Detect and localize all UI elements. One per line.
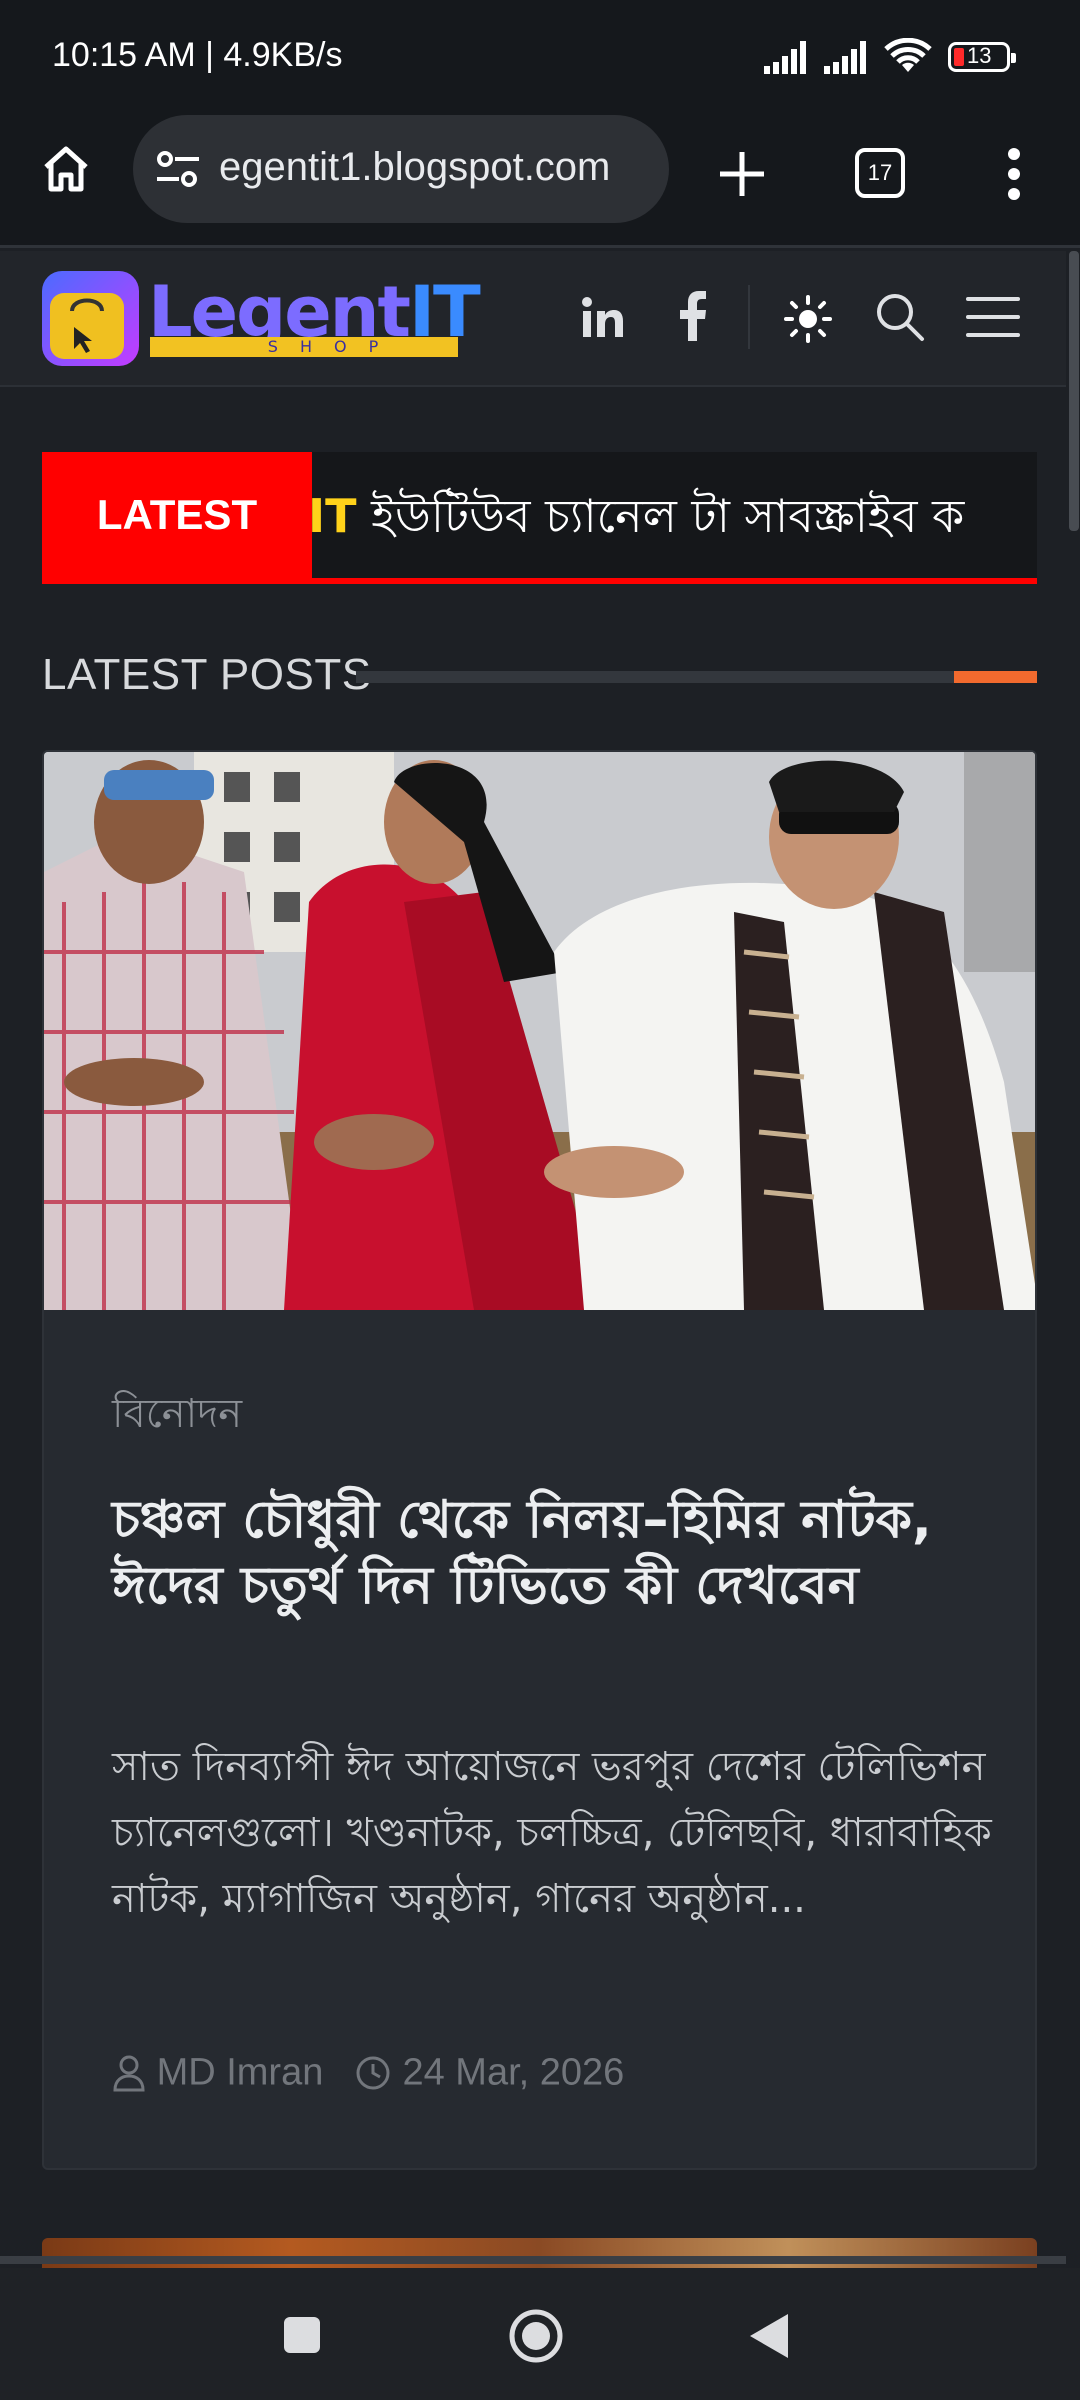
tabs-icon[interactable]: 17 <box>855 148 905 198</box>
signal-icon <box>764 41 806 74</box>
hamburger-icon[interactable] <box>966 295 1020 339</box>
news-ticker[interactable]: LATEST IT ইউটিউব চ্যানেল টা সাবস্ক্রাইব … <box>42 452 1037 584</box>
post-excerpt: সাত দিনব্যাপী ঈদ আয়োজনে ভরপুর দেশের টেল… <box>112 1744 992 1922</box>
logo-subtitle: SHOP <box>150 337 458 357</box>
wifi-icon <box>884 38 932 72</box>
status-bar: 10:15 AM | 4.9KB/s 13 <box>0 0 1080 110</box>
bag-icon <box>50 293 124 359</box>
user-icon <box>113 2055 145 2092</box>
search-icon[interactable] <box>874 291 926 343</box>
home-nav-icon[interactable] <box>508 2308 564 2364</box>
post-date: 24 Mar, 2026 <box>402 2051 625 2094</box>
section-title: LATEST POSTS <box>42 650 372 699</box>
post-meta: MD Imran 24 Mar, 2026 <box>112 2050 624 2100</box>
horizontal-scrollbar <box>0 2256 1066 2264</box>
recents-icon[interactable] <box>282 2315 322 2355</box>
ticker-text[interactable]: IT ইউটিউব চ্যানেল টা সাবস্ক্রাইব ক <box>308 482 964 558</box>
post-thumbnail[interactable] <box>44 752 1035 1310</box>
post-author[interactable]: MD Imran <box>157 2051 324 2093</box>
section-accent <box>954 671 1037 683</box>
clock-icon <box>356 2056 390 2090</box>
linkedin-icon[interactable] <box>580 295 626 341</box>
address-bar[interactable]: egentit1.blogspot.com <box>133 115 669 223</box>
site-header: LegentIT SHOP <box>0 251 1066 387</box>
status-time: 10:15 AM | 4.9KB/s <box>52 36 343 74</box>
home-icon[interactable] <box>40 143 92 195</box>
browser-toolbar: egentit1.blogspot.com 17 <box>0 110 1080 248</box>
battery-level: 13 <box>967 43 992 68</box>
sun-icon[interactable] <box>784 295 832 343</box>
page-scrollbar[interactable] <box>1066 251 1080 2266</box>
plus-icon[interactable] <box>716 148 768 200</box>
system-nav-bar <box>0 2268 1080 2400</box>
header-divider <box>748 285 750 349</box>
back-icon[interactable] <box>748 2312 790 2360</box>
site-logo[interactable]: LegentIT SHOP <box>0 251 481 387</box>
ticker-label: LATEST <box>42 452 312 578</box>
tune-icon[interactable] <box>155 149 201 189</box>
post-category[interactable]: বিনোদন <box>112 1382 242 1449</box>
more-vert-icon[interactable] <box>1000 146 1028 202</box>
section-divider <box>356 671 1036 683</box>
post-title[interactable]: চঞ্চল চৌধুরী থেকে নিলয়–হিমির নাটক, ঈদের… <box>112 1487 992 1619</box>
signal-icon-2 <box>824 41 866 74</box>
facebook-icon[interactable] <box>678 291 708 341</box>
post-card[interactable]: বিনোদন চঞ্চল চৌধুরী থেকে নিলয়–হিমির নাট… <box>42 750 1037 2170</box>
url-text: egentit1.blogspot.com <box>219 145 611 189</box>
battery-icon: 13 <box>948 42 1016 72</box>
